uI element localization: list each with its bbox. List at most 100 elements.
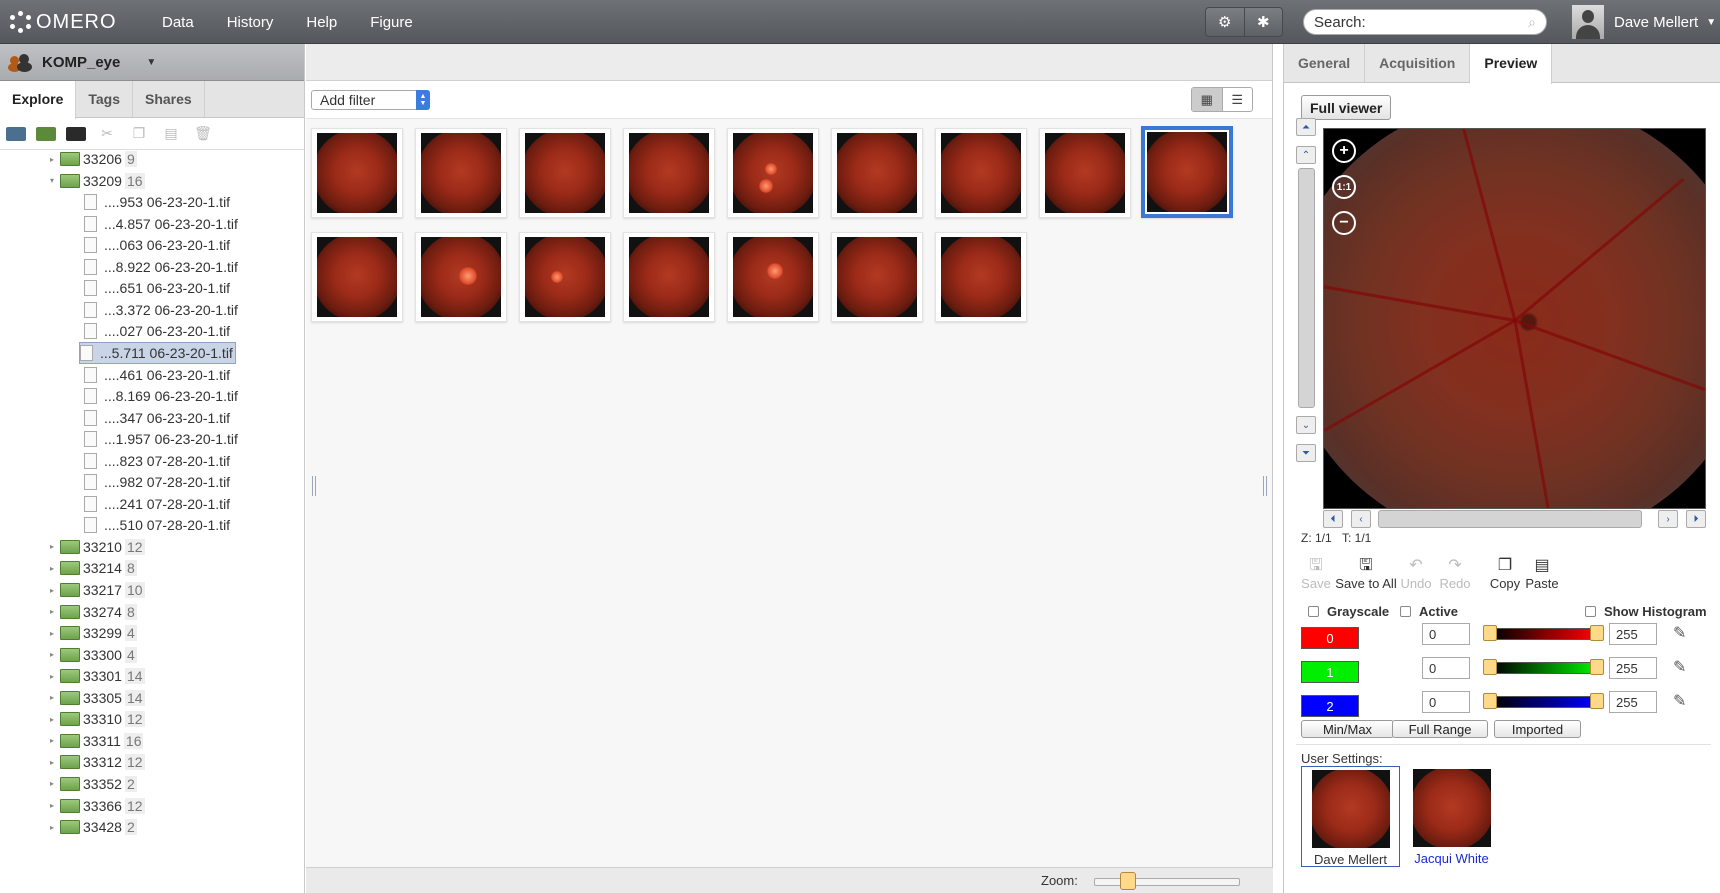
collapse-arrow-icon[interactable]: ▸ [48,155,56,164]
left-splitter-handle[interactable] [312,476,316,496]
chevron-down-icon[interactable]: ⌄ [1296,416,1316,434]
last-z-icon[interactable]: ⏷ [1296,444,1316,462]
undo-button[interactable]: ↶ Undo [1395,556,1437,591]
expand-arrow-icon[interactable]: ▾ [48,176,56,185]
tree-image[interactable]: ...5.711 06-23-20-1.tif [79,341,236,364]
redo-button[interactable]: ↷ Redo [1434,556,1476,591]
tree-image[interactable]: ....461 06-23-20-1.tif [84,364,230,386]
channel-min-handle[interactable] [1483,693,1497,709]
tab-acquisition[interactable]: Acquisition [1365,44,1471,82]
channel-min-input[interactable]: 0 [1422,623,1470,645]
image-thumbnail[interactable] [311,232,403,322]
copy-icon[interactable]: ❐ [128,125,150,143]
user-setting-jacqui-white[interactable]: Jacqui White [1402,766,1501,867]
channel-min-input[interactable]: 0 [1422,657,1470,679]
channel-min-handle[interactable] [1483,659,1497,675]
show-histogram-checkbox[interactable]: Show Histogram [1585,604,1707,619]
group-selector[interactable]: KOMP_eye ▼ [0,44,304,81]
right-splitter-handle[interactable] [1263,476,1267,496]
paste-icon[interactable]: ▤ [160,125,182,143]
image-thumbnail[interactable] [311,128,403,218]
user-menu[interactable]: Dave Mellert ▼ [1572,5,1716,39]
channel-max-input[interactable]: 255 [1609,691,1657,713]
collapse-arrow-icon[interactable]: ▸ [48,629,56,638]
chevron-right-icon[interactable]: › [1658,510,1678,528]
paste-button[interactable]: ▤ Paste [1521,556,1563,591]
tree-image[interactable]: ....823 07-28-20-1.tif [84,450,230,472]
channel-min-handle[interactable] [1483,625,1497,641]
collapse-arrow-icon[interactable]: ▸ [48,672,56,681]
tree-image[interactable]: ....651 06-23-20-1.tif [84,277,230,299]
tree-image[interactable]: ....510 07-28-20-1.tif [84,514,230,536]
collapse-arrow-icon[interactable]: ▸ [48,693,56,702]
grid-view-icon[interactable]: ▦ [1192,88,1222,111]
search-icon[interactable]: ⌕ [1528,14,1536,31]
tree-folder[interactable]: ▸ 33299 4 [48,622,137,644]
collapse-arrow-icon[interactable]: ▸ [48,607,56,616]
tab-tags[interactable]: Tags [76,81,133,117]
nav-help[interactable]: Help [306,14,337,31]
tab-preview[interactable]: Preview [1470,44,1553,84]
chevron-up-icon[interactable]: ⌃ [1296,146,1316,164]
zoom-slider-handle[interactable] [1120,872,1136,890]
image-thumbnail[interactable] [519,128,611,218]
channel-max-handle[interactable] [1590,693,1604,709]
tree-image[interactable]: ....241 07-28-20-1.tif [84,493,230,515]
channel-range-slider[interactable] [1492,628,1596,640]
image-thumbnail[interactable] [831,232,923,322]
collapse-arrow-icon[interactable]: ▸ [48,564,56,573]
tab-shares[interactable]: Shares [133,81,205,117]
tree-folder[interactable]: ▸ 33210 12 [48,536,145,558]
tree-folder[interactable]: ▸ 33352 2 [48,773,137,795]
tree-folder[interactable]: ▸ 33366 12 [48,795,145,817]
channel-max-handle[interactable] [1590,625,1604,641]
channel-max-handle[interactable] [1590,659,1604,675]
nav-history[interactable]: History [227,14,274,31]
full-viewer-button[interactable]: Full viewer [1301,95,1392,120]
tree-folder[interactable]: ▸ 33312 12 [48,751,145,773]
tab-explore[interactable]: Explore [0,81,77,119]
first-t-icon[interactable]: ⏴ [1323,510,1343,528]
channel-toggle-0[interactable]: 0 [1301,627,1359,649]
imported-button[interactable]: Imported [1494,720,1581,738]
image-thumbnail[interactable] [623,128,715,218]
image-thumbnail[interactable] [831,128,923,218]
tree-image[interactable]: ...8.922 06-23-20-1.tif [84,256,238,278]
color-picker-icon[interactable]: ✎ [1673,657,1686,677]
save-button[interactable]: 🖫 Save [1295,556,1337,591]
active-checkbox[interactable]: Active [1400,604,1458,619]
channel-range-slider[interactable] [1492,662,1596,674]
star-icon[interactable]: ✱ [1243,8,1283,36]
omero-logo[interactable]: OMERO [10,10,117,34]
color-picker-icon[interactable]: ✎ [1673,691,1686,711]
tree-image[interactable]: ...4.857 06-23-20-1.tif [84,213,238,235]
channel-min-input[interactable]: 0 [1422,691,1470,713]
t-slider-track[interactable] [1378,510,1642,528]
tree-image[interactable]: ...3.372 06-23-20-1.tif [84,299,238,321]
color-picker-icon[interactable]: ✎ [1673,623,1686,643]
collapse-arrow-icon[interactable]: ▸ [48,736,56,745]
tree-image[interactable]: ....982 07-28-20-1.tif [84,471,230,493]
z-slider-track[interactable] [1298,168,1315,408]
zoom-out-icon[interactable]: − [1332,211,1356,235]
tree-folder[interactable]: ▸ 33428 2 [48,816,137,838]
collapse-arrow-icon[interactable]: ▸ [48,715,56,724]
channel-toggle-1[interactable]: 1 [1301,661,1359,683]
list-view-icon[interactable]: ☰ [1221,88,1253,111]
channel-max-input[interactable]: 255 [1609,623,1657,645]
save-to-all-button[interactable]: 🖫 Save to All [1334,556,1398,591]
image-thumbnail[interactable] [935,128,1027,218]
new-dataset-icon[interactable] [36,126,56,141]
copy-button[interactable]: ❐ Copy [1484,556,1526,591]
image-thumbnail[interactable] [935,232,1027,322]
add-filter-select[interactable]: Add filter ▲ ▼ [311,89,430,110]
user-setting-dave-mellert[interactable]: Dave Mellert [1301,766,1400,867]
search-input[interactable] [1314,13,1514,31]
tree-image[interactable]: ....953 06-23-20-1.tif [84,191,230,213]
grayscale-checkbox[interactable]: Grayscale [1308,604,1389,619]
zoom-slider-track[interactable] [1094,878,1240,886]
tree-folder[interactable]: ▸ 33301 14 [48,665,145,687]
settings-icon[interactable]: ⚙ [1206,8,1244,36]
image-thumbnail[interactable] [727,232,819,322]
tree-image[interactable]: ...8.169 06-23-20-1.tif [84,385,238,407]
